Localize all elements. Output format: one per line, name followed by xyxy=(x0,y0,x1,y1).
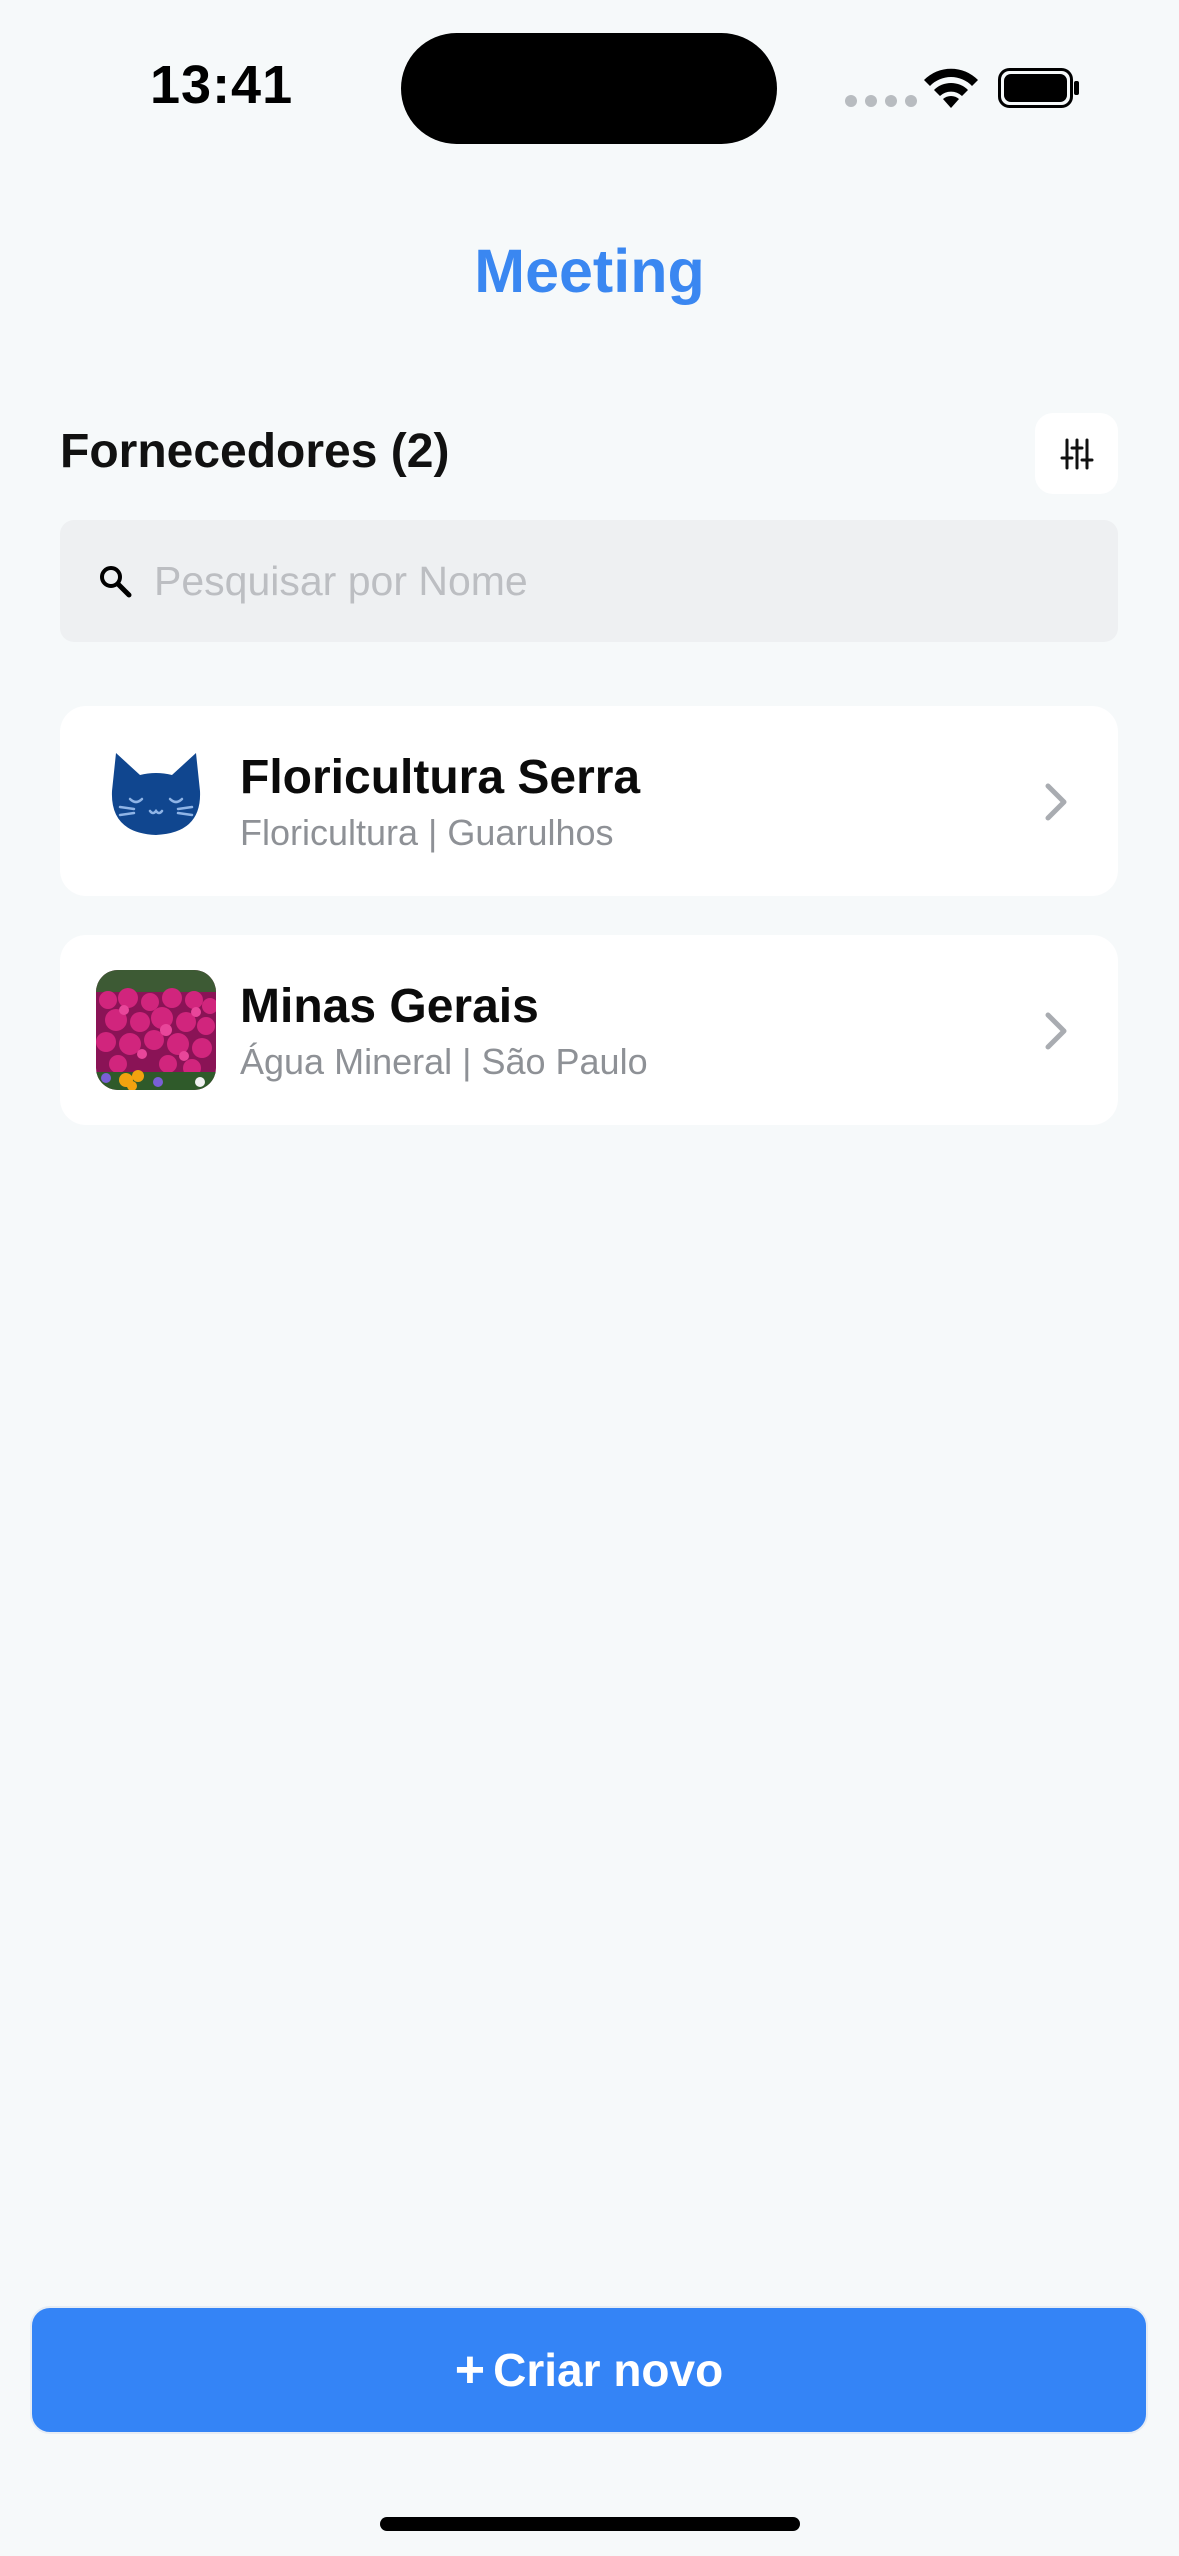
create-new-button[interactable]: + Criar novo xyxy=(30,2306,1148,2434)
search-icon xyxy=(100,566,132,598)
cat-logo-icon xyxy=(96,741,216,861)
wifi-icon xyxy=(924,68,978,108)
page-title: Meeting xyxy=(474,237,705,305)
supplier-card-floricultura-serra[interactable]: Floricultura Serra Floricultura | Guarul… xyxy=(60,706,1118,896)
suppliers-section-title: Fornecedores (2) xyxy=(60,425,450,478)
plus-icon: + xyxy=(454,2341,486,2399)
filter-button[interactable] xyxy=(1035,413,1118,494)
status-time: 13:41 xyxy=(150,55,294,115)
create-new-label: Criar novo xyxy=(493,2344,724,2396)
supplier-subtitle: Água Mineral | São Paulo xyxy=(240,1041,648,1082)
supplier-name: Minas Gerais xyxy=(240,980,539,1033)
search-bar[interactable] xyxy=(60,520,1118,642)
battery-icon xyxy=(998,68,1079,108)
cellular-signal-icon xyxy=(845,95,917,107)
chevron-right-icon xyxy=(1045,1012,1067,1050)
supplier-subtitle: Floricultura | Guarulhos xyxy=(240,812,614,853)
supplier-card-minas-gerais[interactable]: Minas Gerais Água Mineral | São Paulo xyxy=(60,935,1118,1125)
search-input[interactable] xyxy=(154,557,1054,605)
dynamic-island xyxy=(401,33,777,144)
sliders-icon xyxy=(1060,438,1093,469)
screen: 13:41 Meeting Fornecedores (2) Pesquisar… xyxy=(0,0,1179,2556)
flowers-photo xyxy=(96,970,216,1090)
supplier-name: Floricultura Serra xyxy=(240,751,641,804)
chevron-right-icon xyxy=(1045,783,1067,821)
home-indicator[interactable] xyxy=(380,2517,800,2531)
